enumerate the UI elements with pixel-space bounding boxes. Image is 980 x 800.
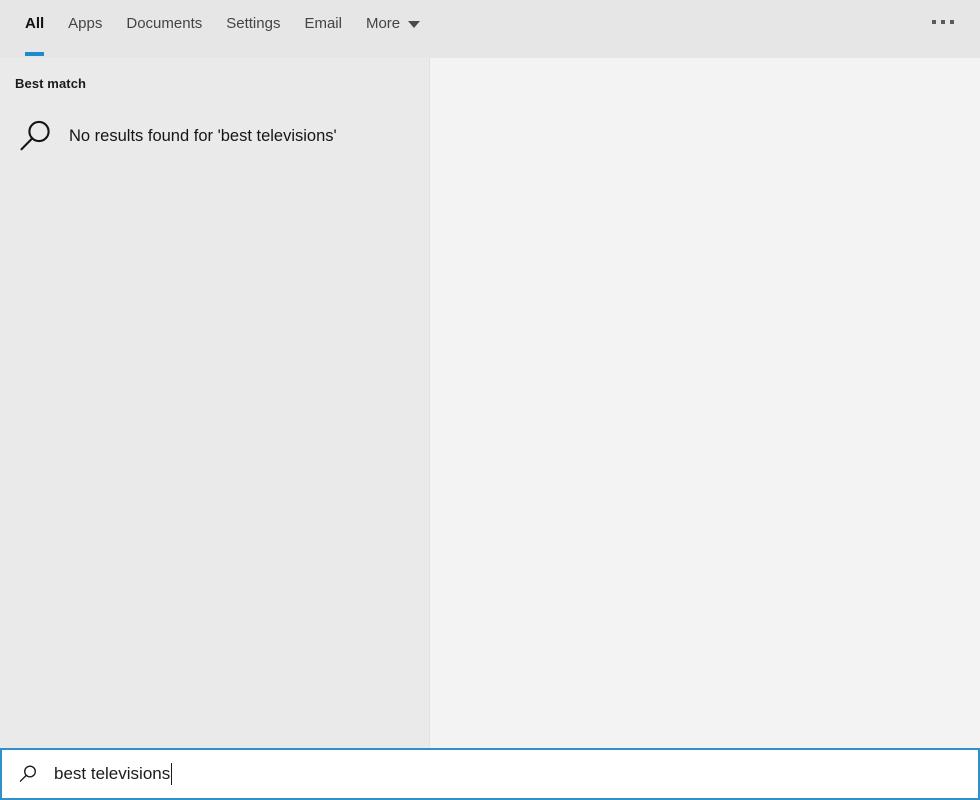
search-icon bbox=[12, 118, 58, 154]
result-item-label: No results found for 'best televisions' bbox=[69, 127, 337, 146]
tab-documents-label: Documents bbox=[126, 15, 202, 32]
overflow-menu-button[interactable] bbox=[920, 0, 966, 58]
best-match-header: Best match bbox=[0, 76, 429, 91]
search-input[interactable]: best televisions bbox=[54, 763, 978, 785]
chevron-down-icon bbox=[408, 21, 420, 28]
search-icon bbox=[14, 764, 42, 784]
tab-settings[interactable]: Settings bbox=[214, 0, 292, 58]
ellipsis-icon bbox=[932, 20, 954, 24]
active-tab-indicator bbox=[25, 52, 44, 56]
tab-email-label: Email bbox=[304, 15, 342, 32]
results-pane: Best match No results found for 'best te… bbox=[0, 58, 430, 748]
tab-apps-label: Apps bbox=[68, 15, 102, 32]
preview-pane bbox=[430, 58, 980, 748]
search-box[interactable]: best televisions bbox=[0, 748, 980, 800]
search-filter-header: All Apps Documents Settings Email More bbox=[0, 0, 980, 58]
result-item-no-results[interactable]: No results found for 'best televisions' bbox=[0, 107, 429, 165]
tab-list: All Apps Documents Settings Email More bbox=[15, 0, 432, 58]
search-window: All Apps Documents Settings Email More bbox=[0, 0, 980, 800]
tab-all[interactable]: All bbox=[15, 0, 56, 58]
tab-more[interactable]: More bbox=[354, 0, 432, 58]
search-input-value: best televisions bbox=[54, 764, 170, 784]
tab-apps[interactable]: Apps bbox=[56, 0, 114, 58]
text-cursor bbox=[171, 763, 172, 785]
tab-settings-label: Settings bbox=[226, 15, 280, 32]
tab-all-label: All bbox=[25, 15, 44, 32]
tab-more-label: More bbox=[366, 15, 400, 32]
content-area: Best match No results found for 'best te… bbox=[0, 58, 980, 748]
tab-documents[interactable]: Documents bbox=[114, 0, 214, 58]
tab-email[interactable]: Email bbox=[292, 0, 354, 58]
